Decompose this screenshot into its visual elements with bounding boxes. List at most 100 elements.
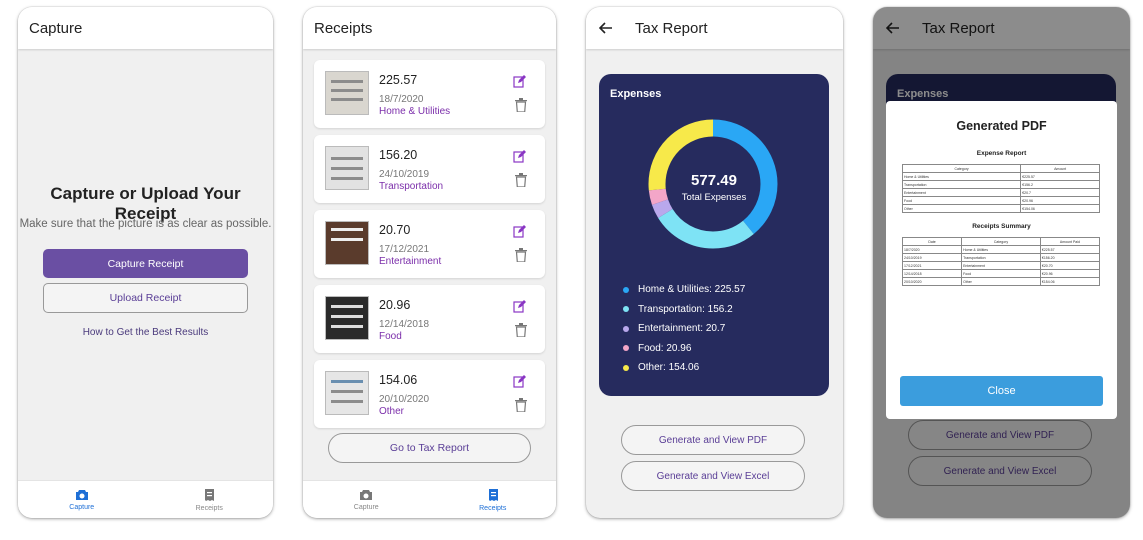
table-cell: €20.96 (1020, 196, 1100, 205)
legend-label: Other: 154.06 (638, 362, 700, 374)
legend-dot (623, 306, 629, 313)
table-cell: €20.96 (1039, 269, 1101, 278)
bottom-nav: Capture Receipts (303, 480, 556, 518)
table-row: Home & Utilities €225.57 (901, 172, 1100, 181)
receipt-card[interactable]: 225.57 18/7/2020 Home & Utilities (314, 60, 545, 128)
back-arrow-icon[interactable] (595, 17, 617, 39)
nav-receipts[interactable]: Receipts (146, 481, 274, 518)
table-cell: €154.06 (1039, 277, 1101, 286)
dialog-title: Generated PDF (956, 119, 1047, 133)
edit-icon[interactable] (513, 225, 526, 238)
generate-pdf-button[interactable]: Generate and View PDF (621, 425, 805, 455)
generated-pdf-dialog: Generated PDF Expense Report Category Am… (886, 101, 1117, 419)
capture-screen: Capture Capture or Upload Your Receipt M… (18, 7, 273, 518)
receipt-card[interactable]: 20.96 12/14/2018 Food (314, 285, 545, 353)
receipt-card[interactable]: 156.20 24/10/2019 Transportation (314, 135, 545, 203)
receipts-summary-heading: Receipts Summary (972, 223, 1031, 230)
table-cell: Food (901, 196, 1022, 205)
receipt-card[interactable]: 154.06 20/10/2020 Other (314, 360, 545, 428)
receipt-amount: 154.06 (379, 373, 418, 387)
receipt-thumbnail (325, 371, 369, 415)
legend-item: Other: 154.06 (623, 358, 745, 378)
table-cell: 20/10/2020 (901, 277, 963, 286)
trash-icon[interactable] (515, 248, 527, 262)
upload-receipt-button[interactable]: Upload Receipt (43, 283, 248, 313)
app-bar: Receipts (303, 7, 556, 49)
edit-icon[interactable] (513, 375, 526, 388)
nav-capture-label: Capture (69, 503, 95, 511)
table-row: 24/10/2019 Transportation €156.20 (901, 253, 1101, 262)
page-title: Capture (29, 19, 83, 37)
legend-dot (623, 364, 629, 371)
legend-item: Food: 20.96 (623, 339, 745, 359)
table-cell: Home & Utilities (961, 245, 1041, 254)
table-row: 20/10/2020 Other €154.06 (901, 277, 1101, 286)
receipt-date: 24/10/2019 (379, 169, 430, 180)
trash-icon[interactable] (515, 98, 527, 112)
legend-dot (623, 286, 629, 293)
table-cell: Entertainment (901, 188, 1022, 197)
trash-icon[interactable] (515, 173, 527, 187)
table-cell: Transportation (961, 253, 1041, 262)
expense-report-heading: Expense Report (976, 150, 1027, 157)
table-row: Entertainment €20.7 (901, 188, 1100, 197)
total-expenses-value: 577.49 (691, 172, 737, 189)
tax-report-screen: Tax Report Expenses 577.49 Total Expense… (586, 7, 843, 518)
close-button[interactable]: Close (900, 376, 1103, 406)
nav-receipts-label: Receipts (195, 504, 223, 512)
table-cell: Home & Utilities (901, 172, 1022, 181)
nav-capture[interactable]: Capture (303, 481, 430, 518)
trash-icon[interactable] (515, 398, 527, 412)
nav-receipts[interactable]: Receipts (430, 481, 557, 518)
receipt-thumbnail (325, 71, 369, 115)
table-row: Other €154.06 (901, 204, 1100, 213)
table-header: Category (901, 164, 1022, 173)
table-header-row: Category Amount (901, 164, 1100, 173)
best-results-link[interactable]: How to Get the Best Results (18, 327, 273, 338)
legend-item: Entertainment: 20.7 (623, 319, 745, 339)
capture-receipt-button[interactable]: Capture Receipt (43, 249, 248, 278)
legend-dot (623, 325, 629, 332)
legend-item: Home & Utilities: 225.57 (623, 280, 745, 300)
edit-icon[interactable] (513, 150, 526, 163)
expenses-chart-card: Expenses 577.49 Total Expenses Home & Ut… (599, 74, 829, 396)
table-cell: €156.2 (1020, 180, 1100, 189)
legend-label: Transportation: 156.2 (638, 303, 733, 315)
generate-excel-button[interactable]: Generate and View Excel (621, 461, 805, 491)
receipt-icon (205, 488, 215, 501)
go-to-tax-report-button[interactable]: Go to Tax Report (328, 433, 531, 463)
receipt-thumbnail (325, 296, 369, 340)
nav-capture[interactable]: Capture (18, 481, 146, 518)
table-cell: €20.7 (1020, 188, 1100, 197)
receipt-date: 20/10/2020 (379, 394, 430, 405)
table-cell: Food (961, 269, 1041, 278)
bottom-nav: Capture Receipts (18, 480, 273, 518)
table-cell: 18/7/2020 (901, 245, 963, 254)
legend-item: Transportation: 156.2 (623, 300, 745, 320)
expense-report-table: Category Amount Home & Utilities €225.57 … (901, 164, 1100, 213)
table-cell: Transportation (901, 180, 1022, 189)
camera-icon (360, 489, 373, 500)
receipt-card[interactable]: 20.70 17/12/2021 Entertainment (314, 210, 545, 278)
page-title: Tax Report (635, 19, 708, 37)
edit-icon[interactable] (513, 300, 526, 313)
chart-legend: Home & Utilities: 225.57 Transportation:… (623, 280, 745, 378)
table-cell: €154.06 (1020, 204, 1100, 213)
receipt-date: 18/7/2020 (379, 94, 424, 105)
receipt-thumbnail (325, 221, 369, 265)
receipts-summary-table: Date Category Amount Paid 18/7/2020 Home … (901, 237, 1101, 286)
receipt-date: 17/12/2021 (379, 244, 430, 255)
trash-icon[interactable] (515, 323, 527, 337)
table-row: 18/7/2020 Home & Utilities €225.57 (901, 245, 1101, 254)
table-row: Food €20.96 (901, 196, 1100, 205)
receipt-category: Transportation (379, 181, 444, 192)
table-header: Category (961, 237, 1041, 246)
table-cell: Other (901, 204, 1022, 213)
camera-icon (75, 489, 88, 500)
edit-icon[interactable] (513, 75, 526, 88)
table-row: 12/14/2018 Food €20.96 (901, 269, 1101, 278)
table-cell: Entertainment (961, 261, 1041, 270)
receipt-category: Food (379, 331, 402, 342)
table-header: Date (901, 237, 963, 246)
table-cell: 12/14/2018 (901, 269, 963, 278)
